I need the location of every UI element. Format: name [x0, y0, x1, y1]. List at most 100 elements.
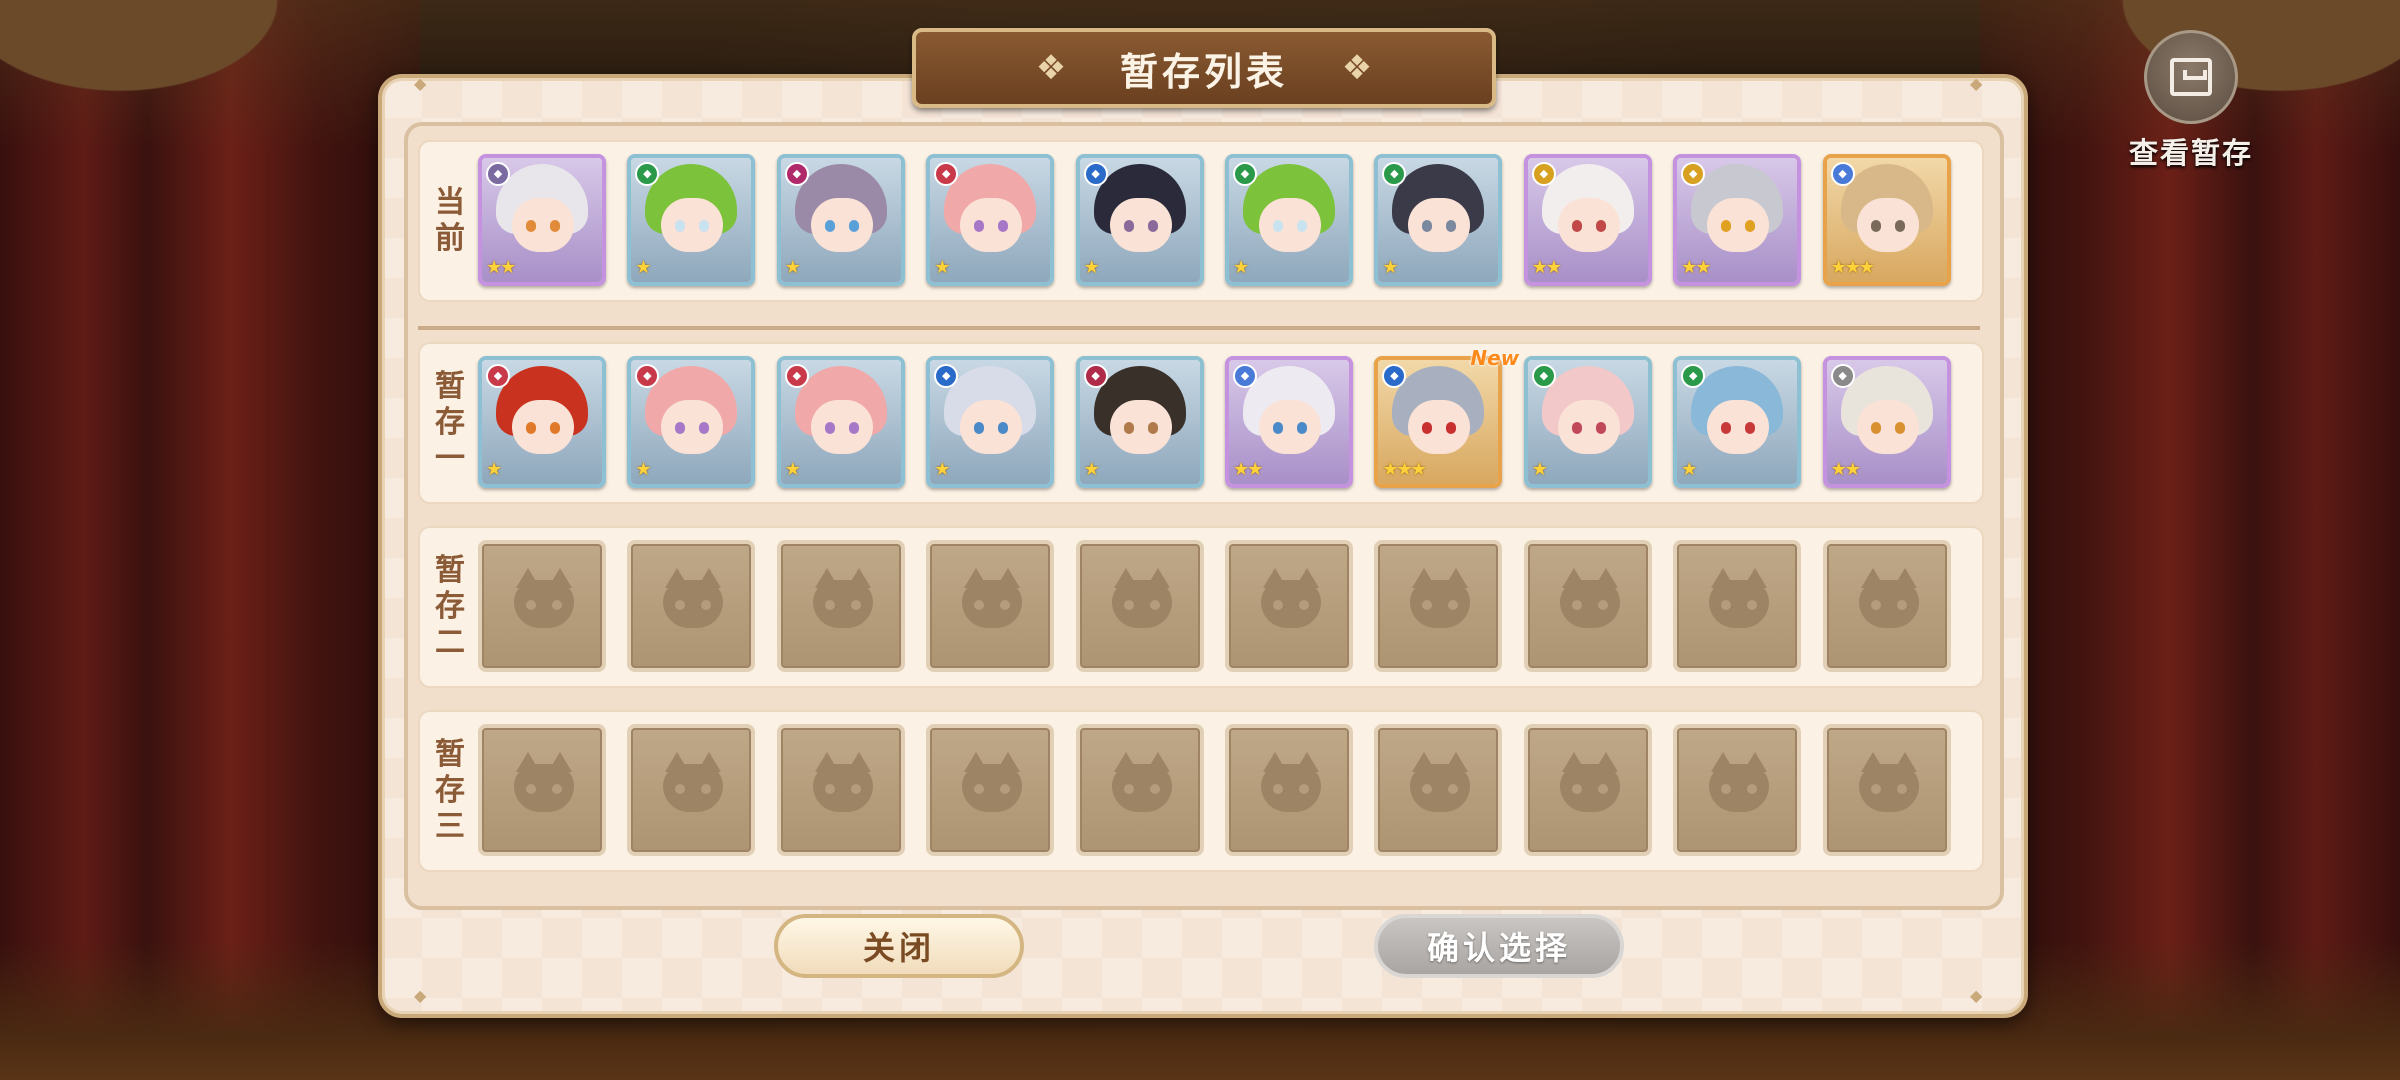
character-card[interactable]: ◆ ★ [627, 154, 756, 286]
character-face [1109, 400, 1172, 454]
cat-silhouette-icon [1709, 752, 1770, 812]
row-divider [418, 326, 1980, 330]
star-rating: ★★ [1830, 459, 1861, 480]
row-label: 暂存一 [435, 369, 465, 476]
character-face [661, 198, 724, 252]
character-card[interactable]: ◆ ★ [1225, 154, 1353, 286]
character-card[interactable]: ◆ ★ [1075, 154, 1204, 286]
empty-slot[interactable] [478, 540, 606, 672]
empty-slot[interactable] [627, 724, 756, 856]
character-face [512, 400, 574, 454]
empty-slot[interactable] [1374, 540, 1503, 672]
star-rating: ★ [1233, 257, 1249, 278]
character-card[interactable]: ◆ ★★ [1673, 154, 1802, 286]
character-eye [1870, 422, 1881, 434]
row-stash-3[interactable]: 暂存三 [418, 710, 1984, 872]
cat-eye [1149, 784, 1160, 794]
star-rating: ★ [635, 257, 651, 278]
cat-eye [1896, 784, 1907, 794]
character-card[interactable]: ◆ ★ [1075, 356, 1204, 488]
cat-silhouette-icon [1559, 752, 1620, 812]
character-eye [1147, 220, 1158, 232]
character-card[interactable]: ◆ ★ [926, 356, 1055, 488]
character-eye [1297, 422, 1307, 434]
empty-slot[interactable] [1822, 540, 1951, 672]
empty-slot[interactable] [776, 540, 905, 672]
empty-slot[interactable] [926, 724, 1055, 856]
corner-ornament-icon: ◆ [414, 986, 427, 1005]
cat-silhouette-icon [962, 568, 1023, 628]
cat-eye [1896, 600, 1907, 610]
character-card[interactable]: ◆ ★ [926, 154, 1055, 286]
view-stash-button[interactable]: 查看暂存 [2118, 30, 2264, 172]
empty-slot[interactable] [1822, 724, 1951, 856]
corner-ornament-icon: ◆ [1970, 986, 1983, 1005]
character-card[interactable]: ◆ ★★★ [1374, 356, 1503, 488]
empty-slot[interactable] [1673, 724, 1802, 856]
character-eye [848, 422, 859, 434]
cat-eye [1123, 784, 1134, 794]
cat-silhouette-icon [812, 752, 873, 812]
character-card[interactable]: ◆ ★ [1374, 154, 1503, 286]
empty-slot[interactable] [926, 540, 1055, 672]
empty-slot[interactable] [1523, 540, 1652, 672]
character-face [810, 198, 873, 252]
cat-eye [552, 784, 562, 794]
cat-silhouette-icon [1709, 568, 1770, 628]
character-eye [1123, 220, 1134, 232]
character-eye [526, 220, 536, 232]
star-rating: ★ [1681, 459, 1697, 480]
row-label: 暂存三 [435, 737, 465, 844]
empty-slot[interactable] [1374, 724, 1503, 856]
empty-slot[interactable] [1075, 724, 1204, 856]
character-card[interactable]: ◆ ★★ [1225, 356, 1353, 488]
confirm-selection-button[interactable]: 确认选择 [1374, 914, 1624, 978]
character-card[interactable]: ◆ ★ [478, 356, 606, 488]
new-badge: New [1470, 346, 1520, 370]
character-face [960, 400, 1023, 454]
empty-slot[interactable] [627, 540, 756, 672]
cat-eye [552, 600, 562, 610]
close-button[interactable]: 关闭 [774, 914, 1024, 978]
empty-slot[interactable] [1523, 724, 1652, 856]
character-card[interactable]: ◆ ★ [1673, 356, 1802, 488]
row-stash-2[interactable]: 暂存二 [418, 526, 1984, 688]
empty-slot[interactable] [1075, 540, 1204, 672]
character-eye [526, 422, 536, 434]
empty-slot[interactable] [1225, 540, 1353, 672]
curtain-left [0, 0, 420, 1080]
character-face [1856, 400, 1919, 454]
character-eye [1595, 422, 1606, 434]
character-eye [1571, 220, 1582, 232]
character-eye [1147, 422, 1158, 434]
character-eye [974, 220, 985, 232]
cat-eye [1870, 784, 1881, 794]
character-card[interactable]: ◆ ★★ [1822, 356, 1951, 488]
character-card[interactable]: ◆ ★★★ [1822, 154, 1951, 286]
empty-slot[interactable] [478, 724, 606, 856]
character-card[interactable]: ◆ ★ [776, 154, 905, 286]
empty-slot[interactable] [776, 724, 905, 856]
empty-slot[interactable] [1225, 724, 1353, 856]
character-card[interactable]: ◆ ★ [627, 356, 756, 488]
character-eye [1595, 220, 1606, 232]
empty-slot[interactable] [1673, 540, 1802, 672]
character-card[interactable]: ◆ ★★ [478, 154, 606, 286]
cat-eye [1597, 784, 1608, 794]
character-eye [1745, 220, 1756, 232]
character-card[interactable]: ◆ ★★ [1523, 154, 1652, 286]
class-icon: ◆ [784, 364, 809, 388]
character-card[interactable]: ◆ ★ [1523, 356, 1652, 488]
class-icon: ◆ [1531, 364, 1556, 388]
star-rating: ★ [934, 257, 950, 278]
cat-silhouette-icon [663, 568, 724, 628]
cat-silhouette-icon [962, 752, 1023, 812]
cat-silhouette-icon [812, 568, 873, 628]
star-rating: ★★★ [1830, 257, 1875, 278]
character-eye [1894, 220, 1905, 232]
character-card[interactable]: ◆ ★ [776, 356, 905, 488]
star-rating: ★★ [1681, 257, 1711, 278]
cat-eye [1273, 784, 1283, 794]
character-eye [1273, 422, 1283, 434]
character-eye [1721, 220, 1732, 232]
